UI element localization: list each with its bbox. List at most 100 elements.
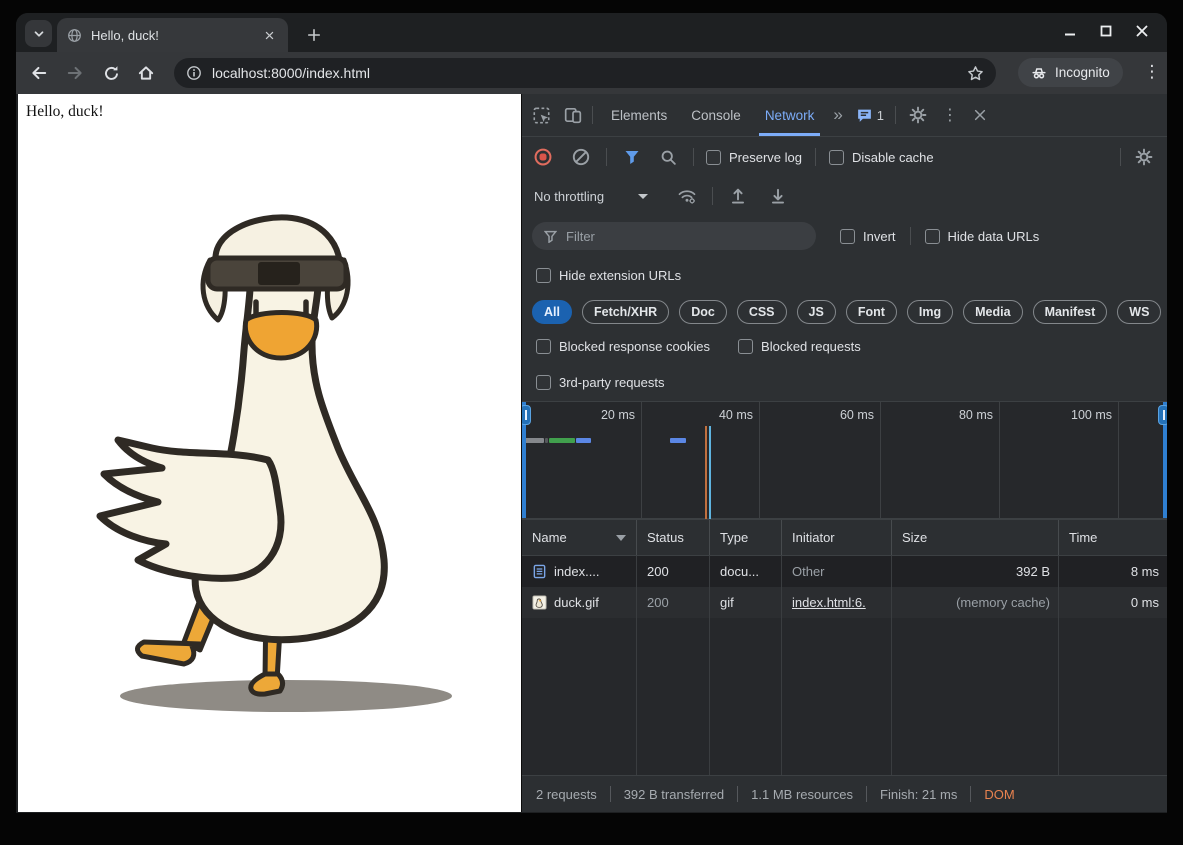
request-status: 200	[637, 556, 710, 587]
minimize-button[interactable]	[1059, 20, 1081, 42]
chip-media[interactable]: Media	[963, 300, 1022, 324]
network-summary-bar: 2 requests 392 B transferred 1.1 MB reso…	[522, 775, 1167, 812]
browser-menu-button[interactable]: ⋮	[1140, 60, 1164, 84]
search-icon[interactable]	[655, 144, 681, 170]
site-info-icon[interactable]	[186, 65, 202, 81]
export-har-icon[interactable]	[765, 183, 791, 209]
console-messages-icon[interactable]	[856, 107, 873, 124]
chip-ws[interactable]: WS	[1117, 300, 1161, 324]
chip-img[interactable]: Img	[907, 300, 953, 324]
third-party-requests-checkbox[interactable]	[536, 375, 551, 390]
devtools-close-icon[interactable]	[967, 102, 993, 128]
tab-elements[interactable]: Elements	[605, 94, 673, 136]
new-tab-button[interactable]	[302, 23, 326, 47]
browser-window: Hello, duck!	[16, 13, 1167, 813]
chip-font[interactable]: Font	[846, 300, 897, 324]
blocked-requests-checkbox[interactable]	[738, 339, 753, 354]
summary-finish: Finish: 21 ms	[880, 787, 957, 802]
column-name[interactable]: Name	[522, 520, 637, 555]
column-initiator[interactable]: Initiator	[782, 520, 892, 555]
request-row-duck[interactable]: duck.gif 200 gif index.html:6. (memory c…	[522, 587, 1167, 618]
maximize-button[interactable]	[1095, 20, 1117, 42]
hide-extension-urls-checkbox[interactable]	[536, 268, 551, 283]
close-window-button[interactable]	[1131, 20, 1153, 42]
filter-row: Filter Invert Hide data URLs	[522, 215, 1167, 257]
chip-manifest[interactable]: Manifest	[1033, 300, 1108, 324]
window-content: Hello, duck!	[16, 94, 1167, 812]
blocked-response-cookies-checkbox[interactable]	[536, 339, 551, 354]
disable-cache-checkbox[interactable]	[829, 150, 844, 165]
request-size: 392 B	[892, 556, 1059, 587]
chip-css[interactable]: CSS	[737, 300, 787, 324]
chip-fetch-xhr[interactable]: Fetch/XHR	[582, 300, 669, 324]
address-bar[interactable]: localhost:8000/index.html	[174, 58, 996, 88]
page-viewport: Hello, duck!	[18, 94, 521, 812]
preserve-log-label: Preserve log	[729, 150, 802, 165]
tab-search-button[interactable]	[25, 20, 52, 47]
more-tabs-icon[interactable]: »	[833, 105, 842, 125]
incognito-label: Incognito	[1055, 65, 1110, 80]
chip-all[interactable]: All	[532, 300, 572, 324]
back-button[interactable]	[25, 59, 53, 87]
request-row-index[interactable]: index.... 200 docu... Other 392 B 8 ms	[522, 556, 1167, 587]
invert-checkbox[interactable]	[840, 229, 855, 244]
import-har-icon[interactable]	[725, 183, 751, 209]
blocked-requests-label: Blocked requests	[761, 339, 861, 354]
timeline-right-grip[interactable]	[1158, 405, 1167, 425]
chip-js[interactable]: JS	[797, 300, 836, 324]
tab-console[interactable]: Console	[685, 94, 747, 136]
column-status[interactable]: Status	[637, 520, 710, 555]
page-heading: Hello, duck!	[18, 94, 521, 121]
device-toolbar-icon[interactable]	[560, 102, 586, 128]
clear-network-log-icon[interactable]	[568, 144, 594, 170]
image-thumbnail-icon	[532, 595, 547, 610]
home-button[interactable]	[132, 59, 160, 87]
browser-tab[interactable]: Hello, duck!	[57, 18, 288, 52]
blocked-row: Blocked response cookies Blocked request…	[522, 329, 1167, 364]
tick-40ms: 40 ms	[693, 408, 753, 422]
waterfall-bar-download	[549, 438, 575, 443]
duck-shadow	[120, 680, 452, 712]
console-badge-count: 1	[877, 108, 884, 123]
disable-cache-label: Disable cache	[852, 150, 934, 165]
filter-icon[interactable]	[619, 144, 645, 170]
waterfall-bar-wait	[525, 438, 544, 443]
tick-20ms: 20 ms	[575, 408, 635, 422]
column-type[interactable]: Type	[710, 520, 782, 555]
hide-data-urls-checkbox[interactable]	[925, 229, 940, 244]
filter-input[interactable]: Filter	[532, 222, 816, 250]
request-type: docu...	[710, 556, 782, 587]
bookmark-star-icon[interactable]	[967, 65, 984, 82]
tick-100ms: 100 ms	[1052, 408, 1112, 422]
hide-extension-row: Hide extension URLs	[522, 257, 1167, 294]
chip-doc[interactable]: Doc	[679, 300, 727, 324]
devtools-settings-gear-icon[interactable]	[905, 102, 931, 128]
throttling-caret-icon[interactable]	[638, 194, 648, 199]
third-party-requests-label: 3rd-party requests	[559, 375, 665, 390]
url-text: localhost:8000/index.html	[212, 65, 370, 81]
load-event-line	[705, 426, 707, 519]
waterfall-bar-blue	[576, 438, 591, 443]
devtools-panel: Elements Console Network » 1 ⋮	[522, 94, 1167, 812]
plus-icon	[307, 28, 321, 42]
preserve-log-checkbox[interactable]	[706, 150, 721, 165]
record-network-log-icon[interactable]	[530, 144, 556, 170]
column-time[interactable]: Time	[1059, 520, 1167, 555]
inspect-element-icon[interactable]	[528, 102, 554, 128]
network-settings-gear-icon[interactable]	[1131, 144, 1157, 170]
forward-button[interactable]	[61, 59, 89, 87]
column-size[interactable]: Size	[892, 520, 1059, 555]
request-table-empty-area	[522, 618, 1167, 775]
request-type: gif	[710, 587, 782, 618]
tab-network[interactable]: Network	[759, 94, 821, 136]
devtools-menu-icon[interactable]: ⋮	[937, 102, 963, 128]
filter-funnel-icon	[544, 230, 557, 243]
network-conditions-icon[interactable]	[674, 183, 700, 209]
timeline-left-grip[interactable]	[522, 405, 531, 425]
tab-close-icon[interactable]	[260, 26, 278, 44]
summary-domcontentloaded: DOM	[984, 787, 1014, 802]
network-overview-timeline[interactable]: 20 ms 40 ms 60 ms 80 ms 100 ms	[522, 401, 1167, 520]
throttling-select[interactable]: No throttling	[534, 189, 604, 204]
reload-button[interactable]	[97, 59, 125, 87]
initiator-link[interactable]: index.html:6.	[792, 595, 866, 610]
